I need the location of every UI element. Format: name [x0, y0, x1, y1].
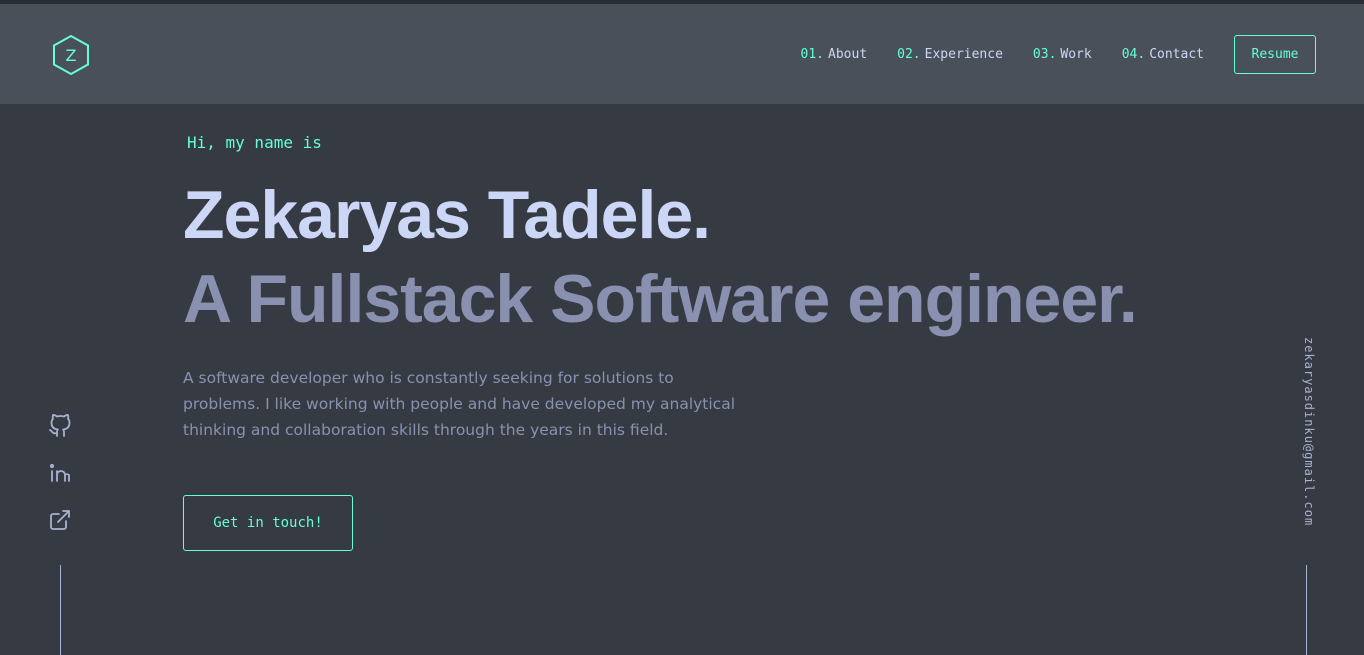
social-links	[48, 414, 72, 555]
nav-number: 04.	[1121, 47, 1146, 62]
linkedin-icon[interactable]	[48, 461, 72, 485]
right-vertical-line	[1306, 565, 1307, 655]
nav-about[interactable]: 01. About	[801, 47, 868, 62]
get-in-touch-button[interactable]: Get in touch!	[183, 495, 353, 551]
logo-letter: Z	[65, 45, 77, 65]
nav-number: 03.	[1032, 47, 1057, 62]
nav-contact[interactable]: 04. Contact	[1122, 47, 1204, 62]
hero-name: Zekaryas Tadele.	[183, 177, 711, 253]
main-nav: 01. About 02. Experience 03. Work 04. Contac…	[801, 35, 1316, 74]
github-icon[interactable]	[48, 414, 72, 438]
nav-label: Contact	[1149, 47, 1204, 62]
left-vertical-line	[60, 565, 61, 655]
logo[interactable]: Z	[52, 34, 90, 76]
hero-subtitle: A Fullstack Software engineer.	[183, 261, 1138, 337]
email-link[interactable]: zekaryasdinku@gmail.com	[1296, 337, 1316, 537]
site-header: Z 01. About 02. Experience 03. Work 04. Cont…	[0, 4, 1364, 104]
nav-number: 02.	[897, 47, 921, 62]
nav-experience[interactable]: 02. Experience	[897, 47, 1003, 62]
external-link-icon[interactable]	[48, 508, 72, 532]
resume-button[interactable]: Resume	[1234, 35, 1316, 74]
greeting-text: Hi, my name is	[187, 133, 322, 152]
nav-label: About	[828, 47, 868, 62]
nav-label: Experience	[924, 47, 1003, 62]
nav-work[interactable]: 03. Work	[1033, 47, 1092, 62]
nav-label: Work	[1060, 47, 1092, 62]
hero-bio: A software developer who is constantly s…	[183, 369, 736, 439]
nav-number: 01.	[800, 47, 825, 62]
